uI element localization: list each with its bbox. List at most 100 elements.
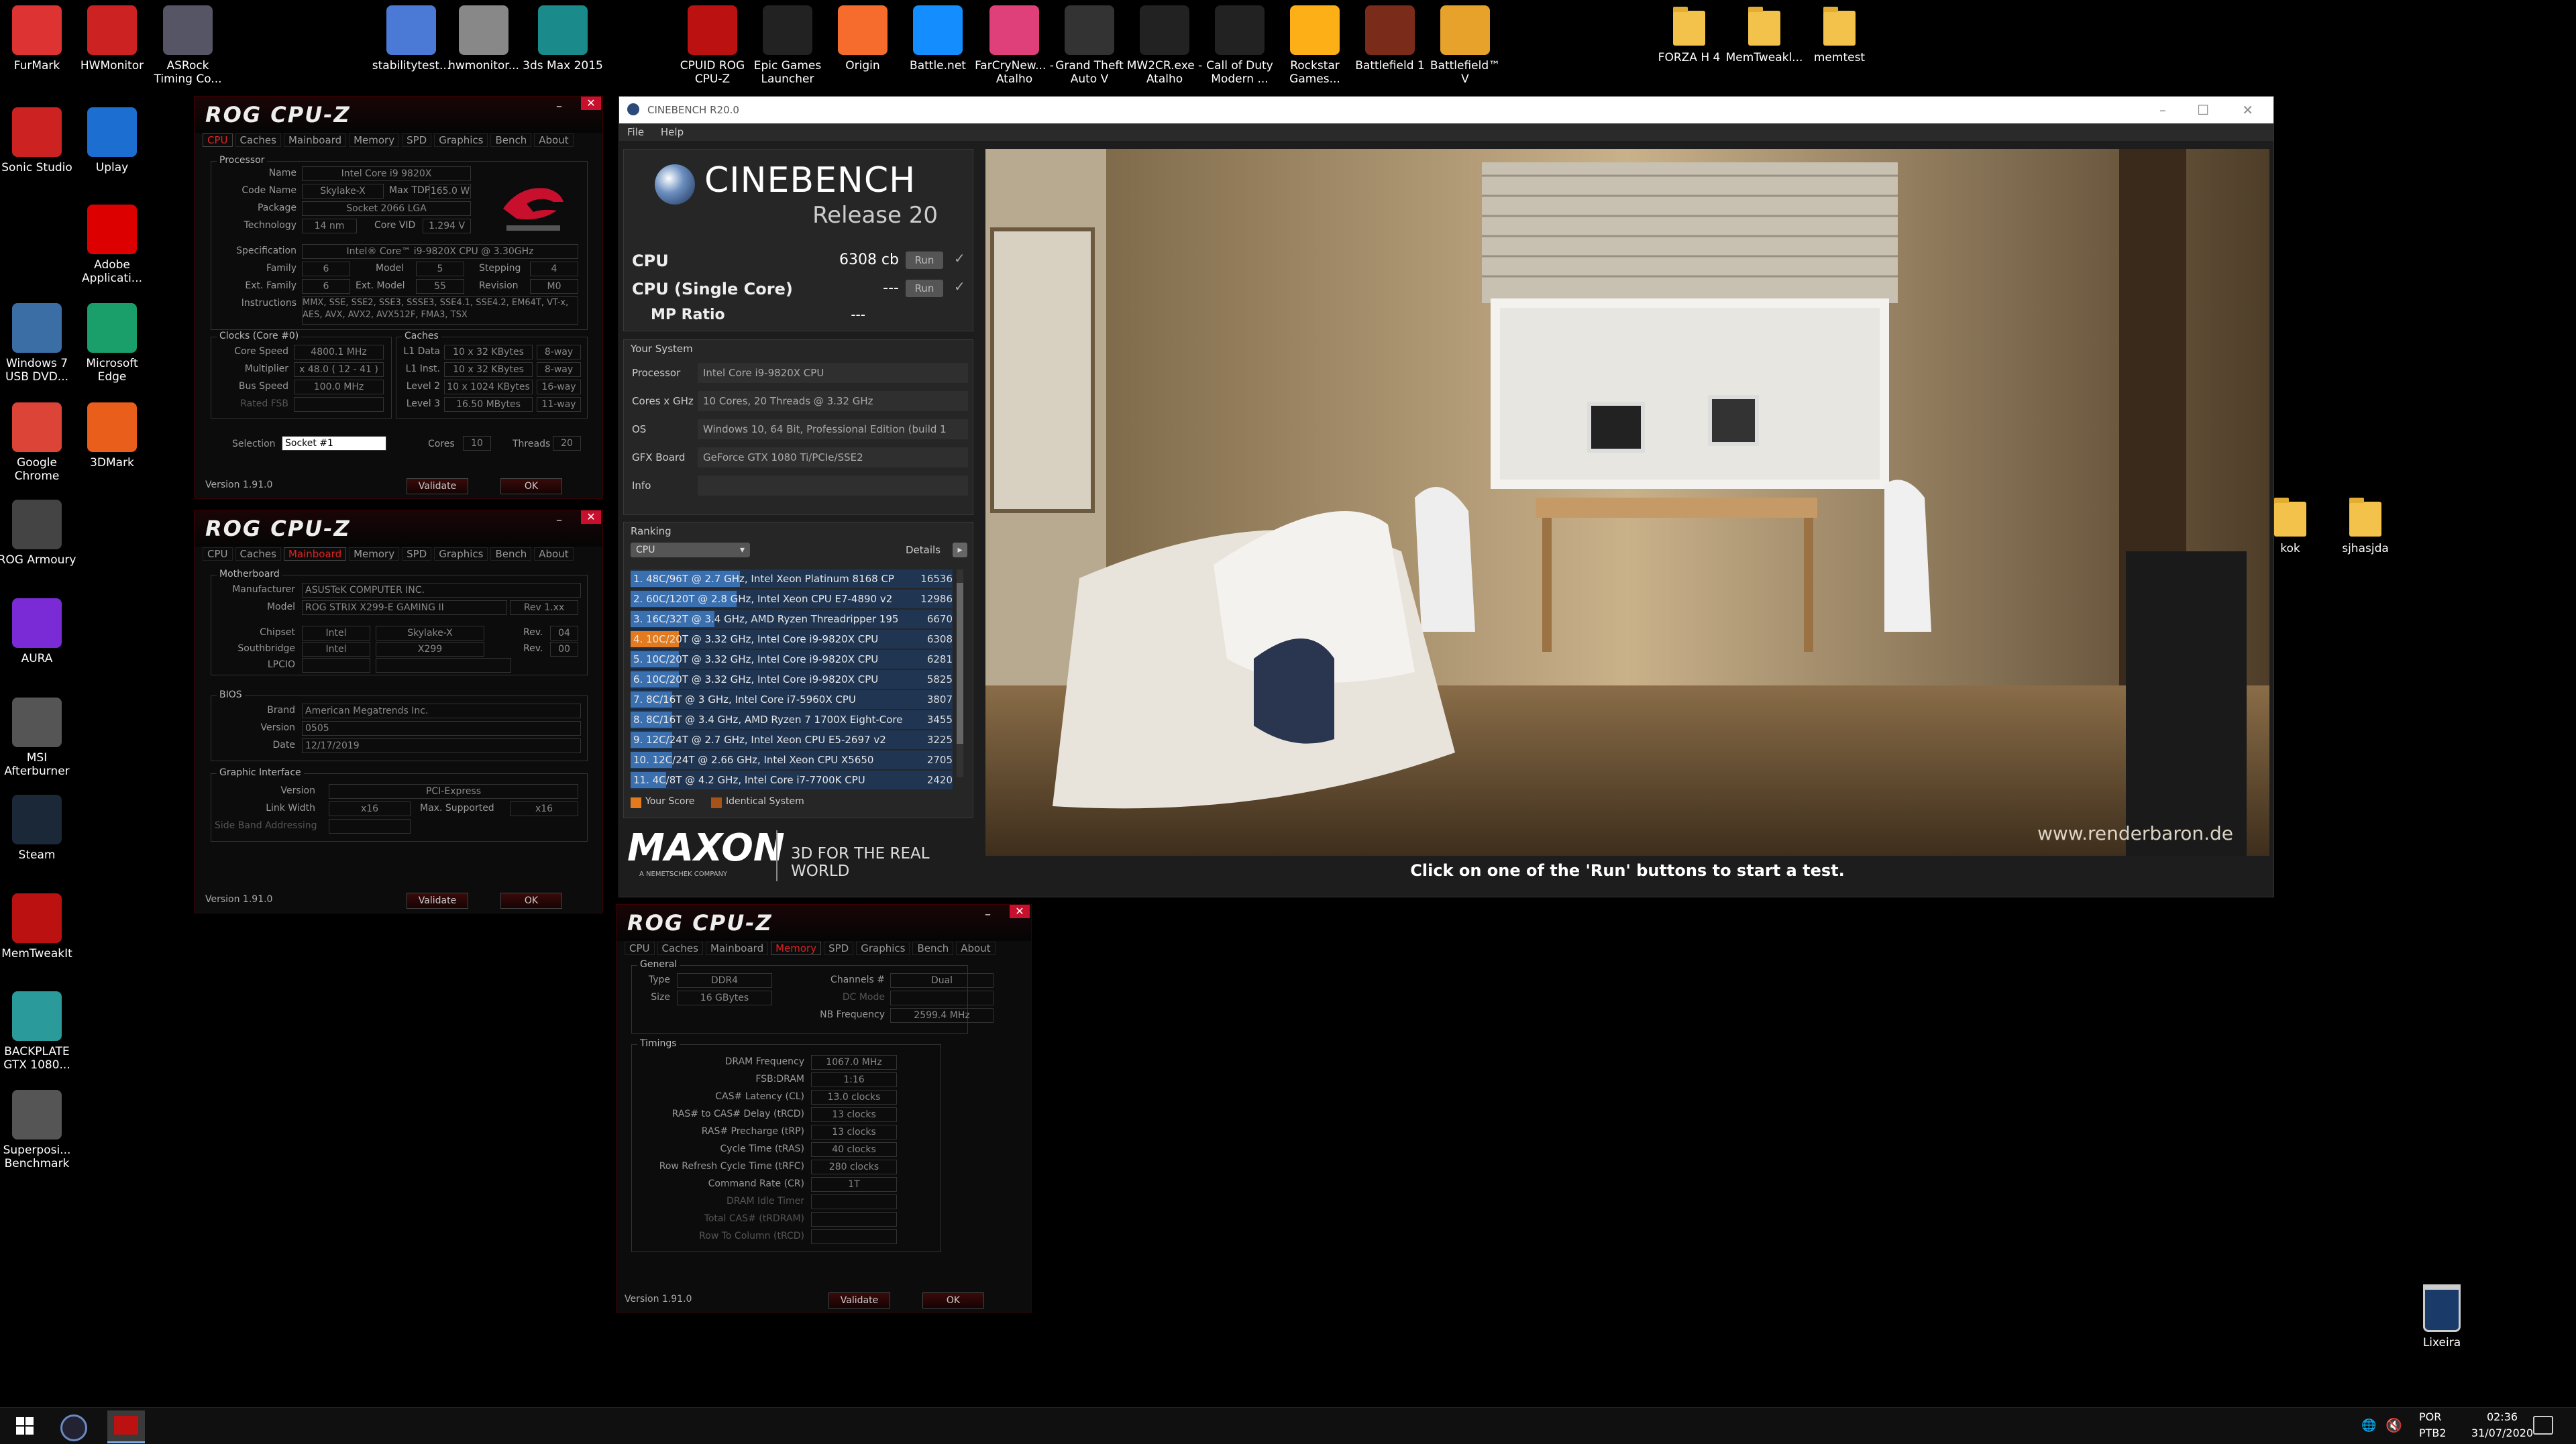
tab-spd[interactable]: SPD [402,547,432,561]
ranking-row[interactable]: 11. 4C/8T @ 4.2 GHz, Intel Core i7-7700K… [631,771,953,789]
cpu-run-button[interactable]: Run [906,252,943,269]
tab-memory[interactable]: Memory [349,547,400,561]
tab-cpu[interactable]: CPU [203,547,233,561]
desktop-shortcut[interactable]: FarCryNew... - Atalho [974,5,1055,86]
desktop-shortcut[interactable]: Steam [0,795,77,862]
tab-spd[interactable]: SPD [402,133,432,147]
tab-caches[interactable]: Caches [235,133,281,147]
windows-start-icon[interactable] [16,1417,34,1437]
cpuz-titlebar[interactable]: ROG CPU-Z – ✕ [195,97,602,133]
ranking-row[interactable]: 4. 10C/20T @ 3.32 GHz, Intel Core i9-982… [631,630,953,649]
desktop-shortcut[interactable]: Superposi... Benchmark [0,1090,77,1170]
tab-cpu[interactable]: CPU [625,942,655,955]
clock-time[interactable]: 02:36 [2469,1410,2536,1423]
tab-memory[interactable]: Memory [771,942,822,955]
desktop-shortcut[interactable]: Rockstar Games... [1275,5,1355,86]
desktop-shortcut[interactable]: ROG Armoury [0,500,77,567]
desktop-shortcut[interactable]: Battle.net [898,5,978,72]
desktop-shortcut[interactable]: Google Chrome [0,402,77,483]
desktop-shortcut[interactable]: FurMark [0,5,77,72]
desktop-shortcut[interactable]: Battlefield 1 [1350,5,1430,72]
desktop-shortcut[interactable]: CPUID ROG CPU-Z [672,5,753,86]
desktop-shortcut[interactable]: Grand Theft Auto V [1049,5,1130,86]
desktop-shortcut[interactable]: Origin [822,5,903,72]
ranking-row[interactable]: 10. 12C/24T @ 2.66 GHz, Intel Xeon CPU X… [631,751,953,769]
tab-about[interactable]: About [534,547,574,561]
desktop-shortcut[interactable]: MW2CR.exe - Atalho [1124,5,1205,86]
ranking-row[interactable]: 3. 16C/32T @ 3.4 GHz, AMD Ryzen Threadri… [631,610,953,628]
menu-help[interactable]: Help [661,126,684,138]
ok-button[interactable]: OK [500,478,562,494]
clock-date[interactable]: 31/07/2020 [2469,1427,2536,1439]
tab-mainboard[interactable]: Mainboard [283,133,347,147]
ranking-scrollbar[interactable] [957,569,963,777]
desktop-shortcut[interactable]: Adobe Applicati... [72,205,152,285]
tab-graphics[interactable]: Graphics [434,133,488,147]
recycle-bin-icon[interactable]: Lixeira [2402,1284,2482,1349]
desktop-shortcut[interactable]: hwmonitor... [443,5,524,72]
desktop-shortcut[interactable]: BACKPLATE GTX 1080... [0,991,77,1072]
minimize-icon[interactable]: – [985,907,991,922]
ranking-row[interactable]: 9. 12C/24T @ 2.7 GHz, Intel Xeon CPU E5-… [631,730,953,749]
tab-memory[interactable]: Memory [349,133,400,147]
tab-about[interactable]: About [534,133,574,147]
ranking-row[interactable]: 8. 8C/16T @ 3.4 GHz, AMD Ryzen 7 1700X E… [631,710,953,729]
desktop-shortcut[interactable]: ASRock Timing Co... [148,5,228,86]
close-icon[interactable]: ✕ [581,97,601,110]
desktop-shortcut[interactable]: Sonic Studio [0,107,77,174]
desktop-shortcut[interactable]: 3DMark [72,402,152,469]
tab-graphics[interactable]: Graphics [856,942,910,955]
desktop-shortcut[interactable]: Microsoft Edge [72,303,152,384]
desktop-shortcut[interactable]: Windows 7 USB DVD... [0,303,77,384]
ranking-row[interactable]: 2. 60C/120T @ 2.8 GHz, Intel Xeon CPU E7… [631,590,953,608]
tab-bench[interactable]: Bench [490,133,532,147]
single-core-run-button[interactable]: Run [906,280,943,297]
validate-button[interactable]: Validate [828,1292,890,1309]
language-code[interactable]: POR [2419,1410,2441,1423]
desktop-shortcut[interactable]: stabilitytest... [371,5,451,72]
desktop-shortcut[interactable]: MSI Afterburner [0,698,77,778]
tab-spd[interactable]: SPD [824,942,854,955]
desktop-folder[interactable]: sjhasjda [2325,498,2406,555]
cpuz-titlebar[interactable]: ROG CPU-Z – ✕ [195,510,602,547]
menu-file[interactable]: File [627,126,644,138]
ranking-row[interactable]: 5. 10C/20T @ 3.32 GHz, Intel Core i9-982… [631,650,953,669]
desktop-shortcut[interactable]: Call of Duty Modern ... [1199,5,1280,86]
ok-button[interactable]: OK [500,893,562,909]
desktop-shortcut[interactable]: HWMonitor [72,5,152,72]
close-icon[interactable]: ✕ [1010,905,1030,918]
desktop-shortcut[interactable]: Battlefield™ V [1425,5,1505,86]
close-icon[interactable]: ✕ [581,510,601,524]
tab-caches[interactable]: Caches [235,547,281,561]
minimize-icon[interactable]: – [2159,97,2166,123]
desktop-shortcut[interactable]: Epic Games Launcher [747,5,828,86]
tab-cpu[interactable]: CPU [203,133,233,147]
desktop-shortcut[interactable]: AURA [0,598,77,665]
details-arrow-icon[interactable]: ▸ [953,543,967,557]
tab-mainboard[interactable]: Mainboard [705,942,769,955]
ranking-select[interactable]: CPU ▾ [631,543,750,557]
maximize-icon[interactable]: ☐ [2197,97,2209,123]
minimize-icon[interactable]: – [556,99,562,113]
cpuz-taskbar-icon[interactable] [107,1410,145,1443]
desktop-shortcut[interactable]: Uplay [72,107,152,174]
ranking-row[interactable]: 7. 8C/16T @ 3 GHz, Intel Core i7-5960X C… [631,690,953,709]
tab-bench[interactable]: Bench [490,547,532,561]
validate-button[interactable]: Validate [407,478,468,494]
close-icon[interactable]: ✕ [2242,97,2253,123]
desktop-shortcut[interactable]: 3ds Max 2015 [523,5,603,72]
notification-icon[interactable] [2533,1416,2553,1435]
desktop-folder[interactable]: MemTweakl... [1724,7,1805,64]
cinebench-taskbar-icon[interactable] [60,1414,87,1441]
keyboard-layout[interactable]: PTB2 [2419,1427,2447,1439]
desktop-folder[interactable]: FORZA H 4 [1649,7,1729,64]
selection-dropdown[interactable]: Socket #1 [282,436,386,451]
tab-about[interactable]: About [956,942,996,955]
details-label[interactable]: Details [906,544,941,556]
ok-button[interactable]: OK [922,1292,984,1309]
minimize-icon[interactable]: – [556,513,562,527]
validate-button[interactable]: Validate [407,893,468,909]
tab-bench[interactable]: Bench [912,942,954,955]
cpuz-titlebar[interactable]: ROG CPU-Z – ✕ [616,905,1031,941]
cinebench-titlebar[interactable]: CINEBENCH R20.0 – ☐ ✕ [619,97,2273,123]
